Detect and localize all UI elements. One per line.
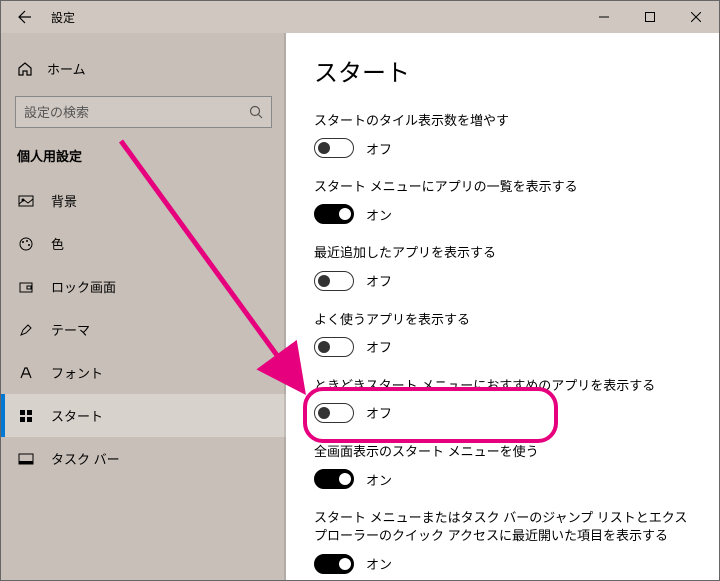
minimize-button[interactable] (581, 1, 627, 33)
image-icon (17, 192, 35, 210)
toggle-state-text: オン (366, 554, 392, 573)
toggle-state-text: オン (366, 470, 392, 489)
start-icon (17, 407, 35, 425)
setting-item: よく使うアプリを表示する オフ (314, 311, 691, 357)
sidebar-item-label: タスク バー (51, 449, 120, 468)
toggle-switch[interactable] (314, 403, 354, 423)
category-title: 個人用設定 (1, 146, 286, 179)
toggle-switch[interactable] (314, 204, 354, 224)
setting-item: スタート メニューまたはタスク バーのジャンプ リストとエクスプローラーのクイッ… (314, 509, 691, 573)
settings-list: スタートのタイル表示数を増やす オフ スタート メニューにアプリの一覧を表示する… (314, 112, 691, 574)
home-button[interactable]: ホーム (1, 51, 286, 86)
setting-item: ときどきスタート メニューにおすすめのアプリを表示する オフ (314, 377, 691, 423)
toggle-switch[interactable] (314, 469, 354, 489)
sidebar-item-label: フォント (51, 363, 103, 382)
back-button[interactable] (15, 7, 35, 27)
setting-label: 全画面表示のスタート メニューを使う (314, 443, 691, 461)
sidebar-item-palette[interactable]: 色 (1, 222, 286, 265)
brush-icon (17, 321, 35, 339)
close-button[interactable] (673, 1, 719, 33)
setting-item: スタートのタイル表示数を増やす オフ (314, 112, 691, 158)
toggle-state-text: オン (366, 205, 392, 224)
setting-label: 最近追加したアプリを表示する (314, 244, 691, 262)
toggle-switch[interactable] (314, 271, 354, 291)
sidebar-item-label: 背景 (51, 191, 77, 210)
setting-label: よく使うアプリを表示する (314, 311, 691, 329)
setting-label: スタート メニューまたはタスク バーのジャンプ リストとエクスプローラーのクイッ… (314, 509, 691, 545)
home-icon (17, 61, 33, 77)
setting-label: スタート メニューにアプリの一覧を表示する (314, 178, 691, 196)
sidebar-item-start[interactable]: スタート (1, 394, 286, 437)
setting-item: スタート メニューにアプリの一覧を表示する オン (314, 178, 691, 224)
close-icon (691, 12, 701, 22)
font-icon (17, 364, 35, 382)
home-label: ホーム (47, 59, 86, 78)
maximize-icon (645, 12, 655, 22)
window-title: 設定 (51, 9, 75, 26)
toggle-switch[interactable] (314, 138, 354, 158)
toggle-switch[interactable] (314, 337, 354, 357)
sidebar-item-label: テーマ (51, 320, 90, 339)
search-input[interactable] (24, 105, 249, 120)
content-area: スタート スタートのタイル表示数を増やす オフ スタート メニューにアプリの一覧… (286, 33, 719, 580)
toggle-switch[interactable] (314, 554, 354, 574)
titlebar: 設定 (1, 1, 719, 33)
sidebar: ホーム 個人用設定 背景色ロック画面テーマフォントスタートタスク バー (1, 33, 286, 580)
sidebar-item-font[interactable]: フォント (1, 351, 286, 394)
search-box[interactable] (15, 96, 272, 128)
sidebar-item-taskbar[interactable]: タスク バー (1, 437, 286, 480)
sidebar-item-image[interactable]: 背景 (1, 179, 286, 222)
toggle-state-text: オフ (366, 337, 392, 356)
toggle-state-text: オフ (366, 139, 392, 158)
nav-list: 背景色ロック画面テーマフォントスタートタスク バー (1, 179, 286, 480)
sidebar-item-label: スタート (51, 406, 103, 425)
sidebar-item-lock[interactable]: ロック画面 (1, 265, 286, 308)
taskbar-icon (17, 450, 35, 468)
palette-icon (17, 235, 35, 253)
page-title: スタート (314, 53, 691, 88)
toggle-state-text: オフ (366, 271, 392, 290)
back-arrow-icon (17, 9, 33, 25)
lock-icon (17, 278, 35, 296)
setting-label: スタートのタイル表示数を増やす (314, 112, 691, 130)
search-icon (249, 105, 263, 119)
maximize-button[interactable] (627, 1, 673, 33)
sidebar-item-brush[interactable]: テーマ (1, 308, 286, 351)
setting-item: 全画面表示のスタート メニューを使う オン (314, 443, 691, 489)
setting-item: 最近追加したアプリを表示する オフ (314, 244, 691, 290)
toggle-state-text: オフ (366, 403, 392, 422)
sidebar-item-label: ロック画面 (51, 277, 116, 296)
sidebar-item-label: 色 (51, 234, 64, 253)
setting-label: ときどきスタート メニューにおすすめのアプリを表示する (314, 377, 691, 395)
minimize-icon (599, 12, 609, 22)
